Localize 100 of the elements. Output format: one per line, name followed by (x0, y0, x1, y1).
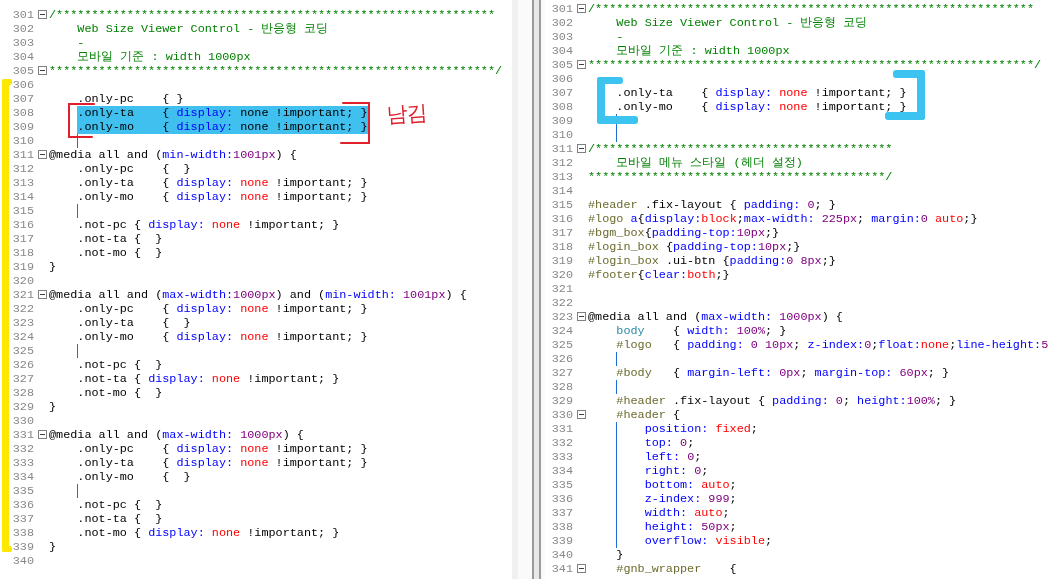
line-number: 316 (550, 212, 573, 226)
line-number: 314 (11, 190, 34, 204)
code-line: .not-mo { } (76, 386, 163, 400)
code-line: .only-ta { } (76, 316, 191, 330)
code-line: ***************************************************************/ (49, 64, 503, 78)
code-line: .only-ta { display: none !important; } (76, 106, 368, 120)
line-number: 320 (550, 268, 573, 282)
line-number: 308 (550, 100, 573, 114)
line-number: 338 (550, 520, 573, 534)
line-number: 323 (11, 316, 34, 330)
line-number: 317 (550, 226, 573, 240)
line-number: 329 (550, 394, 573, 408)
line-number: 302 (11, 22, 34, 36)
line-number: 305 (11, 64, 34, 78)
code-line: .not-mo { display: none !important; } (76, 526, 340, 540)
line-number: 341 (550, 562, 573, 576)
code-line: } (615, 548, 624, 562)
line-number: 301 (550, 2, 573, 16)
code-line: width: auto; (643, 506, 730, 520)
line-number: 318 (11, 246, 34, 260)
line-number: 336 (11, 498, 34, 512)
code-line: #logo { padding: 0 10px; z-index:0;float:none;line-height:5 (615, 338, 1049, 352)
code-line: #bgm_box{padding-top:10px;} (588, 226, 780, 240)
code-line: - (615, 30, 624, 44)
line-number: 303 (550, 30, 573, 44)
line-number: 322 (11, 302, 34, 316)
line-number: 313 (550, 170, 573, 184)
line-number: 327 (550, 366, 573, 380)
fold-icon[interactable] (577, 4, 586, 13)
code-line: body { width: 100%; } (615, 324, 787, 338)
line-number: 337 (550, 506, 573, 520)
line-number: 308 (11, 106, 34, 120)
line-number: 312 (550, 156, 573, 170)
code-line: .only-ta { display: none !important; } (615, 86, 907, 100)
code-line: left: 0; (643, 450, 702, 464)
line-number: 323 (550, 310, 573, 324)
code-line: #login_box .ui-btn {padding:0 8px;} (588, 254, 836, 268)
fold-icon[interactable] (38, 10, 47, 19)
fold-icon[interactable] (38, 290, 47, 299)
line-number: 319 (550, 254, 573, 268)
line-number: 326 (11, 358, 34, 372)
fold-icon[interactable] (38, 150, 47, 159)
code-line: .only-mo { display: none !important; } (76, 330, 368, 344)
code-line: .only-mo { display: none !important; } (76, 120, 368, 134)
code-line: .only-pc { display: none !important; } (76, 302, 368, 316)
code-line: .only-pc { } (76, 92, 184, 106)
fold-icon[interactable] (577, 410, 586, 419)
code-line: @media all and (min-width:1001px) { (49, 148, 297, 162)
code-line: #logo a{display:block;max-width: 225px; margin:0 auto;} (588, 212, 978, 226)
line-number: 311 (11, 148, 34, 162)
line-number: 305 (550, 58, 573, 72)
line-number: 324 (11, 330, 34, 344)
code-line: .not-ta { } (76, 232, 163, 246)
handwritten-note: 남김 (385, 102, 429, 127)
line-number: 306 (550, 72, 573, 86)
line-number: 332 (550, 436, 573, 450)
code-line: 모바일 메뉴 스타일 (헤더 설정) (615, 156, 803, 170)
line-number: 320 (11, 274, 34, 288)
line-number: 335 (550, 478, 573, 492)
fold-icon[interactable] (577, 60, 586, 69)
line-number: 316 (11, 218, 34, 232)
line-number: 309 (11, 120, 34, 134)
line-number: 338 (11, 526, 34, 540)
line-number: 315 (550, 198, 573, 212)
line-number: 329 (11, 400, 34, 414)
code-line: /************************************************************** (588, 2, 1034, 16)
line-number: 340 (550, 548, 573, 562)
code-line: overflow: visible; (643, 534, 773, 548)
fold-icon[interactable] (38, 66, 47, 75)
fold-icon[interactable] (38, 430, 47, 439)
line-number: 325 (11, 344, 34, 358)
fold-icon[interactable] (577, 144, 586, 153)
line-number: 313 (11, 176, 34, 190)
line-number: 325 (550, 338, 573, 352)
code-line: height: 50px; (643, 520, 737, 534)
line-number: 309 (550, 114, 573, 128)
line-number: 319 (11, 260, 34, 274)
fold-icon[interactable] (577, 312, 586, 321)
line-number: 331 (550, 422, 573, 436)
code-line: .not-pc { display: none !important; } (76, 218, 340, 232)
code-line: top: 0; (643, 436, 695, 450)
code-line: #header { (615, 408, 681, 422)
line-number: 304 (550, 44, 573, 58)
line-number: 321 (550, 282, 573, 296)
line-number: 303 (11, 36, 34, 50)
code-line: /****************************************** (588, 142, 893, 156)
line-number: 336 (550, 492, 573, 506)
line-number: 322 (550, 296, 573, 310)
line-number: 302 (550, 16, 573, 30)
line-number: 315 (11, 204, 34, 218)
line-number: 337 (11, 512, 34, 526)
fold-icon[interactable] (577, 564, 586, 573)
code-line: .only-ta { display: none !important; } (76, 456, 368, 470)
code-line: position: fixed; (643, 422, 758, 436)
line-number: 311 (550, 142, 573, 156)
line-number: 328 (11, 386, 34, 400)
code-line: right: 0; (643, 464, 709, 478)
code-line: #login_box {padding-top:10px;} (588, 240, 801, 254)
code-line: .only-pc { display: none !important; } (76, 442, 368, 456)
line-number: 310 (550, 128, 573, 142)
